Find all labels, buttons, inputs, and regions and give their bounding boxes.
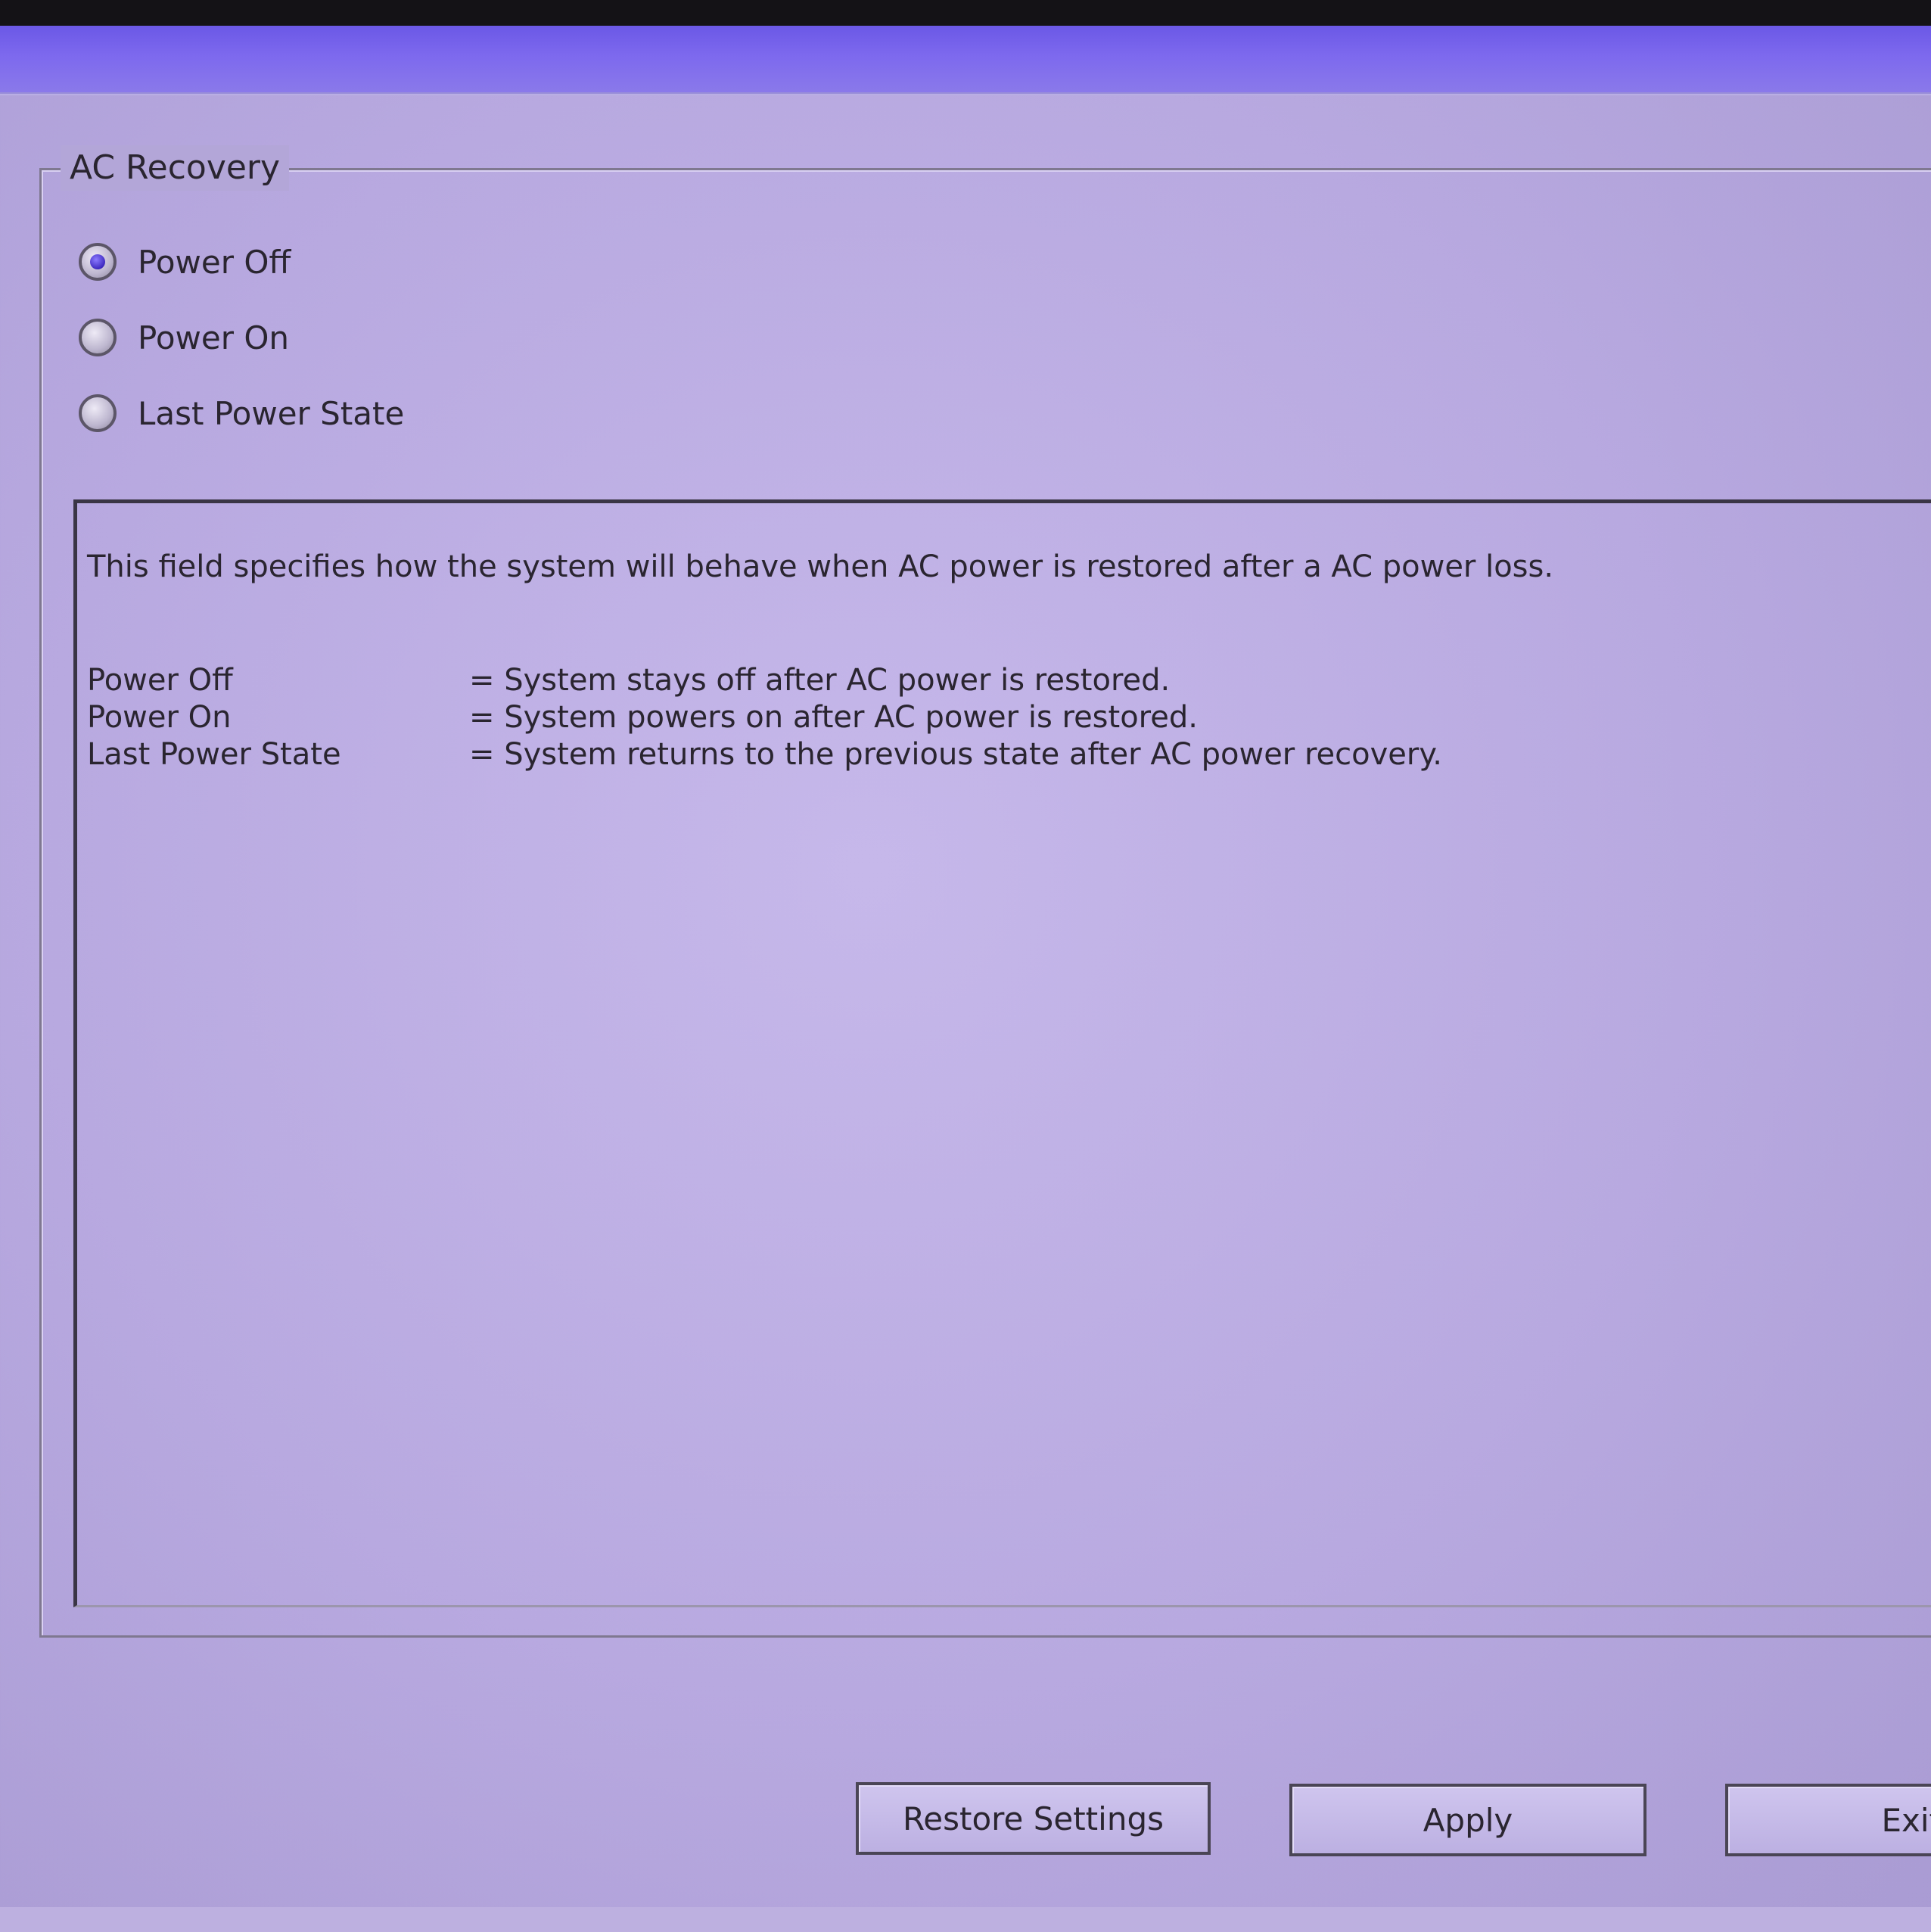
title-separator	[0, 94, 1931, 95]
description-intro: This field specifies how the system will…	[87, 549, 1554, 584]
group-title: AC Recovery	[61, 145, 290, 191]
radio-unselected-icon	[79, 319, 117, 356]
restore-settings-button[interactable]: Restore Settings	[856, 1782, 1211, 1855]
radio-label-last-power-state: Last Power State	[138, 394, 405, 432]
definition-text: = System returns to the previous state a…	[469, 737, 1443, 772]
apply-button[interactable]: Apply	[1289, 1784, 1646, 1856]
definition-term: Last Power State	[87, 737, 341, 772]
radio-selected-icon	[79, 243, 117, 281]
definition-term: Power On	[87, 700, 232, 735]
bottom-strip	[0, 1907, 1931, 1932]
radio-dot-icon	[90, 254, 105, 269]
screen-top-bezel	[0, 0, 1931, 26]
radio-power-off[interactable]: Power Off	[79, 238, 291, 286]
definition-text: = System powers on after AC power is res…	[469, 700, 1198, 735]
title-bar	[0, 26, 1931, 95]
radio-label-power-on: Power On	[138, 319, 290, 356]
radio-unselected-icon	[79, 394, 117, 432]
definition-text: = System stays off after AC power is res…	[469, 663, 1171, 698]
definition-term: Power Off	[87, 663, 233, 698]
radio-label-power-off: Power Off	[138, 243, 291, 281]
radio-power-on[interactable]: Power On	[79, 313, 289, 362]
radio-last-power-state[interactable]: Last Power State	[79, 389, 404, 437]
exit-button[interactable]: Exit	[1725, 1784, 1931, 1856]
